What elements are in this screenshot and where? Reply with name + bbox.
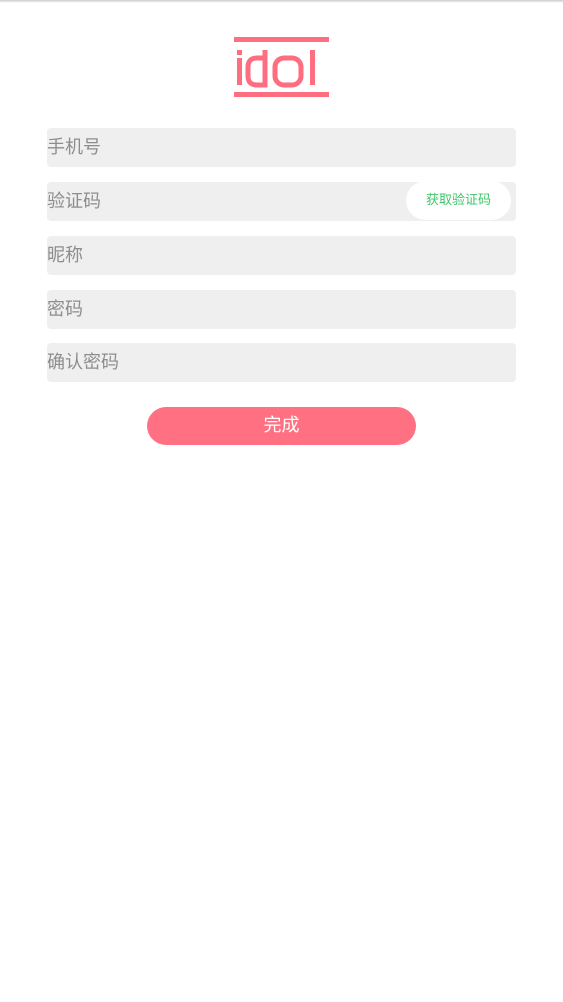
phone-input[interactable] xyxy=(47,128,387,167)
done-button[interactable]: 完成 xyxy=(147,407,416,445)
confirm-password-field[interactable] xyxy=(47,343,516,382)
password-input[interactable] xyxy=(47,290,387,329)
get-code-button[interactable]: 获取验证码 xyxy=(406,181,511,220)
verification-code-input[interactable] xyxy=(47,182,387,221)
phone-field[interactable] xyxy=(47,128,516,167)
password-field[interactable] xyxy=(47,290,516,329)
nickname-field[interactable] xyxy=(47,236,516,275)
nickname-input[interactable] xyxy=(47,236,387,275)
idol-logo: idol xyxy=(234,37,329,97)
status-bar-shadow xyxy=(0,0,563,3)
confirm-password-input[interactable] xyxy=(47,343,387,382)
